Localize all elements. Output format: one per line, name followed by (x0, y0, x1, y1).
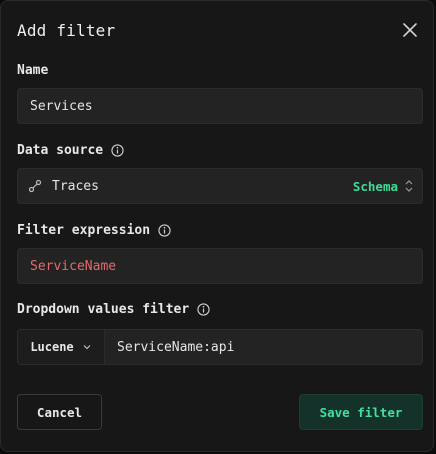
syntax-select[interactable]: Lucene (18, 330, 105, 364)
name-label: Name (17, 63, 48, 78)
schema-link[interactable]: Schema (353, 179, 398, 194)
syntax-select-value: Lucene (30, 340, 74, 354)
filter-expression-field[interactable] (17, 248, 423, 284)
up-down-chevron-icon (405, 180, 413, 192)
data-source-value: Traces (52, 178, 99, 194)
info-icon[interactable] (111, 144, 124, 157)
name-label-text: Name (17, 63, 49, 78)
dropdown-values-filter-label-text: Dropdown values filter (17, 302, 190, 317)
data-source-label-text: Data source (17, 143, 104, 158)
filter-expression-input[interactable] (18, 258, 422, 274)
dialog-title: Add filter (17, 21, 116, 40)
add-filter-dialog: Add filter Name Data source Traces Schem… (0, 0, 434, 452)
name-field[interactable] (17, 88, 423, 124)
cancel-button[interactable]: Cancel (17, 394, 102, 430)
chevron-down-icon (83, 345, 91, 350)
filter-expression-label: Filter expression (17, 223, 171, 238)
info-icon[interactable] (158, 224, 171, 237)
name-input[interactable] (18, 98, 422, 114)
dropdown-values-filter-label: Dropdown values filter (17, 302, 210, 317)
data-source-label: Data source (17, 143, 124, 158)
save-filter-button[interactable]: Save filter (299, 394, 423, 430)
dropdown-values-filter-input[interactable] (105, 339, 422, 355)
link-icon (28, 179, 42, 193)
info-icon[interactable] (197, 303, 210, 316)
close-icon[interactable] (401, 21, 419, 39)
dropdown-values-filter-field: Lucene (17, 329, 423, 365)
data-source-select[interactable]: Traces Schema (17, 168, 423, 204)
filter-expression-label-text: Filter expression (17, 223, 151, 238)
